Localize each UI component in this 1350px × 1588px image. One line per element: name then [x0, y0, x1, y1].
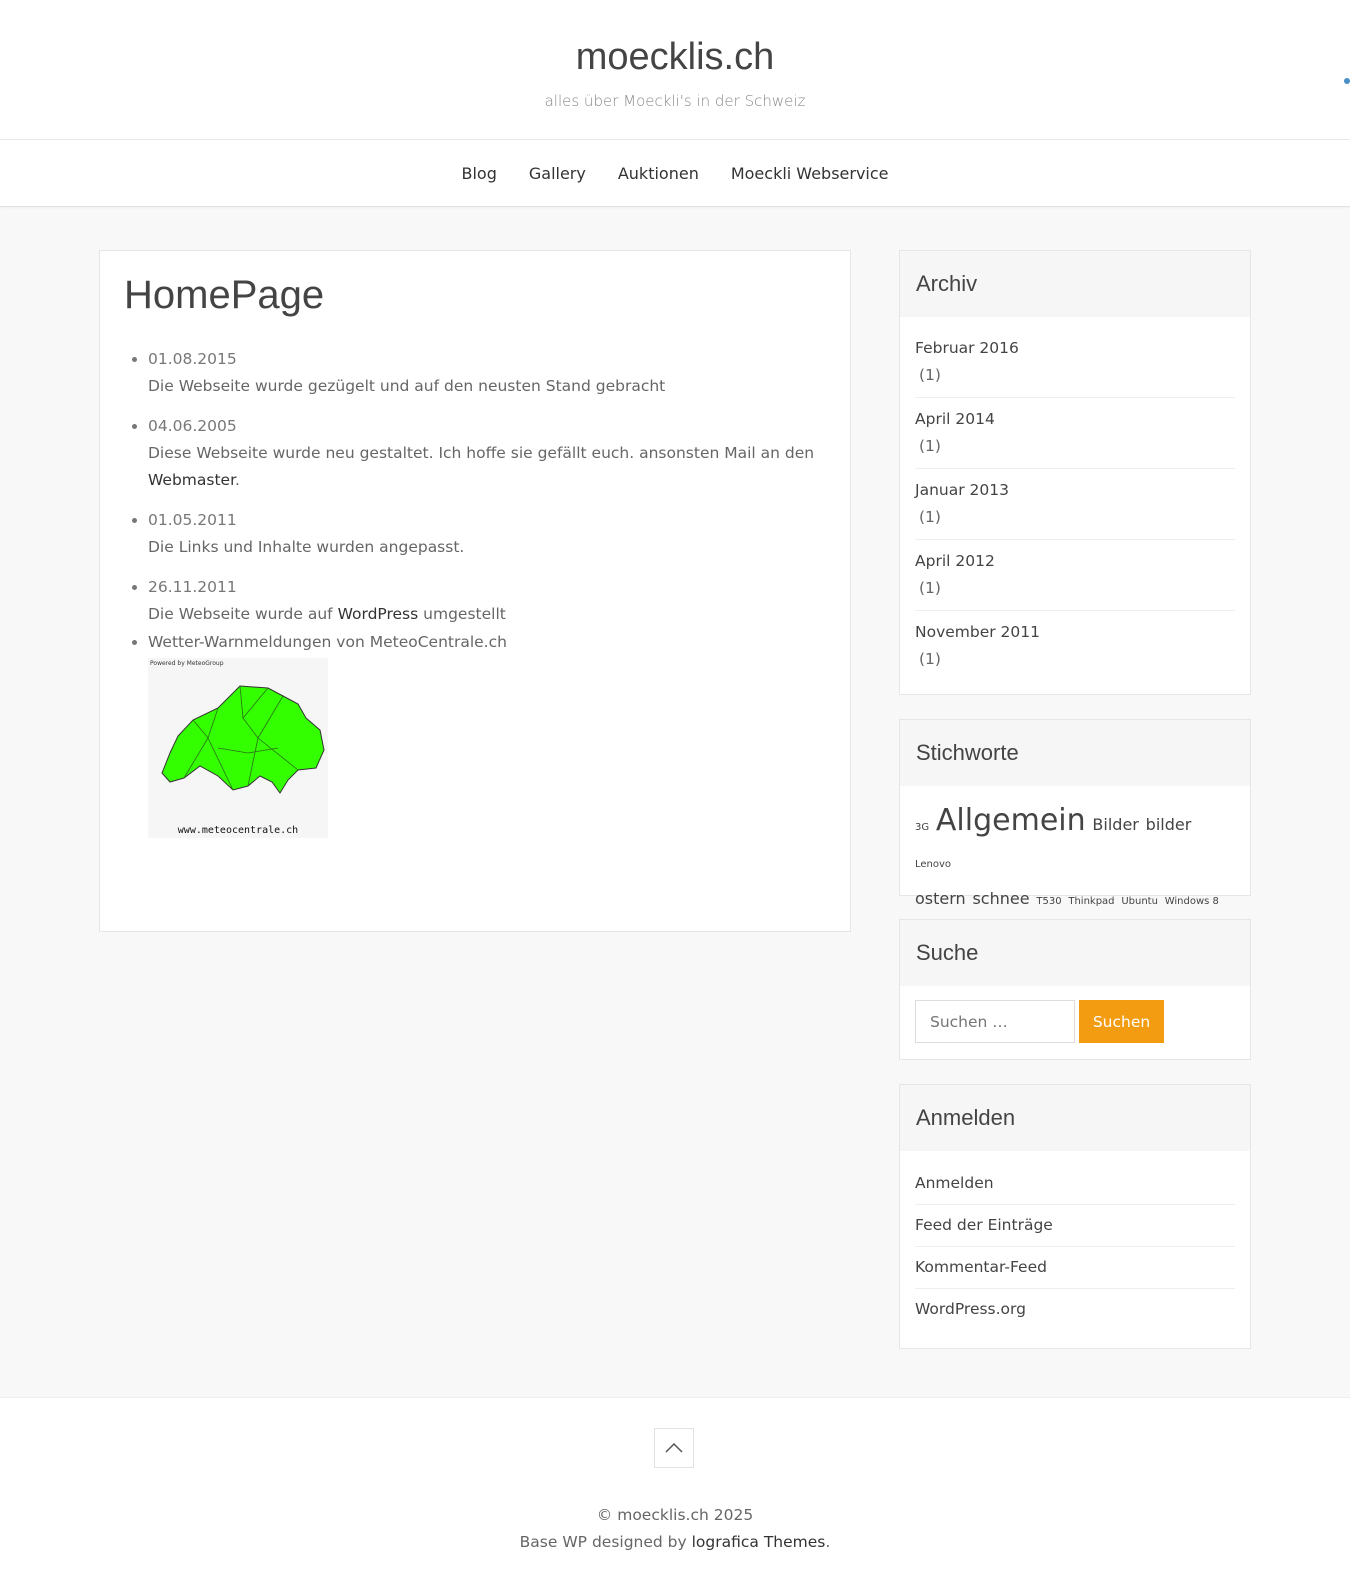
- meta-item: Anmelden: [915, 1163, 1235, 1205]
- corner-dot-icon: [1344, 78, 1350, 84]
- archive-item: Februar 2016 (1): [915, 327, 1235, 398]
- comments-feed-link[interactable]: Kommentar-Feed: [915, 1258, 1047, 1276]
- wordpress-link[interactable]: WordPress: [338, 605, 419, 623]
- archive-count: (1): [919, 508, 941, 526]
- news-text: Die Webseite wurde gezügelt und auf den …: [148, 377, 666, 395]
- search-form: Suchen: [900, 986, 1250, 1057]
- chevron-up-icon: [665, 1442, 683, 1453]
- tag-windows-8[interactable]: Windows 8: [1165, 896, 1219, 907]
- archive-item: April 2012 (1): [915, 540, 1235, 611]
- tag-lenovo[interactable]: Lenovo: [915, 859, 951, 870]
- back-to-top-button[interactable]: [654, 1428, 694, 1468]
- tag-thinkpad[interactable]: Thinkpad: [1068, 896, 1114, 907]
- news-text: Wetter-Warnmeldungen von MeteoCentrale.c…: [148, 633, 507, 651]
- nav-item-gallery[interactable]: Gallery: [529, 164, 586, 183]
- archive-item: November 2011 (1): [915, 611, 1235, 681]
- site-footer: © moecklis.ch 2025 Base WP designed by l…: [0, 1397, 1350, 1588]
- meta-item: Feed der Einträge: [915, 1205, 1235, 1247]
- login-title: Anmelden: [900, 1085, 1250, 1151]
- tag-ubuntu[interactable]: Ubuntu: [1121, 896, 1158, 907]
- entries-feed-link[interactable]: Feed der Einträge: [915, 1216, 1053, 1234]
- page-title: HomePage: [124, 273, 325, 317]
- archive-link[interactable]: April 2012: [915, 552, 995, 570]
- tag-allgemein[interactable]: Allgemein: [936, 803, 1086, 838]
- news-text: Die Webseite wurde auf: [148, 605, 333, 623]
- tag-cloud: 3G Allgemein Bilder bilder Lenovo ostern…: [900, 786, 1250, 937]
- news-item: 26.11.2011 Die Webseite wurde auf WordPr…: [148, 574, 828, 628]
- search-button[interactable]: Suchen: [1079, 1000, 1164, 1043]
- tag-schnee[interactable]: schnee: [972, 889, 1029, 908]
- tag-ostern[interactable]: ostern: [915, 889, 966, 908]
- archive-count: (1): [919, 437, 941, 455]
- meta-list: Anmelden Feed der Einträge Kommentar-Fee…: [900, 1151, 1250, 1330]
- tags-title: Stichworte: [900, 720, 1250, 786]
- archive-link[interactable]: Februar 2016: [915, 339, 1019, 357]
- copyright: © moecklis.ch 2025: [596, 1506, 754, 1524]
- wordpress-org-link[interactable]: WordPress.org: [915, 1300, 1026, 1318]
- tags-widget: Stichworte 3G Allgemein Bilder bilder Le…: [899, 719, 1251, 908]
- news-text-end: .: [235, 471, 240, 489]
- tag-t530[interactable]: T530: [1036, 896, 1061, 907]
- login-widget: Anmelden Anmelden Feed der Einträge Komm…: [899, 1084, 1251, 1349]
- nav-item-auktionen[interactable]: Auktionen: [618, 164, 699, 183]
- archive-count: (1): [919, 650, 941, 668]
- archive-link[interactable]: November 2011: [915, 623, 1040, 641]
- news-item: 01.08.2015 Die Webseite wurde gezügelt u…: [148, 346, 828, 400]
- webmaster-link[interactable]: Webmaster: [148, 471, 235, 489]
- news-date: 04.06.2005: [148, 417, 237, 435]
- search-title: Suche: [900, 920, 1250, 986]
- meta-item: Kommentar-Feed: [915, 1247, 1235, 1289]
- nav-item-moeckli-webservice[interactable]: Moeckli Webservice: [731, 164, 889, 183]
- news-item: 04.06.2005 Diese Webseite wurde neu gest…: [148, 413, 828, 494]
- archive-list: Februar 2016 (1) April 2014 (1) Januar 2…: [900, 317, 1250, 681]
- archive-link[interactable]: April 2014: [915, 410, 995, 428]
- news-list: 01.08.2015 Die Webseite wurde gezügelt u…: [148, 346, 828, 851]
- tag-3g[interactable]: 3G: [915, 822, 929, 833]
- news-date: 26.11.2011: [148, 578, 237, 596]
- search-input[interactable]: [915, 1000, 1075, 1043]
- archive-link[interactable]: Januar 2013: [915, 481, 1009, 499]
- news-text: Diese Webseite wurde neu gestaltet. Ich …: [148, 444, 815, 462]
- archive-title: Archiv: [900, 251, 1250, 317]
- archive-count: (1): [919, 579, 941, 597]
- main-navigation: Blog Gallery Auktionen Moeckli Webservic…: [0, 140, 1350, 207]
- archive-count: (1): [919, 366, 941, 384]
- theme-author-link[interactable]: lografica Themes: [692, 1533, 826, 1551]
- credits-end: .: [825, 1533, 831, 1551]
- news-date: 01.05.2011: [148, 511, 237, 529]
- site-header: moecklis.ch alles über Moeckli's in der …: [0, 0, 1350, 140]
- site-description: alles über Moeckli's in der Schweiz: [544, 92, 806, 110]
- login-link[interactable]: Anmelden: [915, 1174, 994, 1192]
- news-item: 01.05.2011 Die Links und Inhalte wurden …: [148, 507, 828, 561]
- site-title[interactable]: moecklis.ch: [0, 36, 1350, 79]
- tag-bilder[interactable]: Bilder: [1092, 815, 1138, 834]
- news-date: 01.08.2015: [148, 350, 237, 368]
- archive-widget: Archiv Februar 2016 (1) April 2014 (1) J…: [899, 250, 1251, 695]
- meta-item: WordPress.org: [915, 1289, 1235, 1330]
- switzerland-map-icon: [161, 685, 325, 794]
- credits-text: Base WP designed by: [519, 1533, 687, 1551]
- news-text-end: umgestellt: [423, 605, 506, 623]
- main-content: HomePage 01.08.2015 Die Webseite wurde g…: [99, 250, 851, 932]
- nav-item-blog[interactable]: Blog: [461, 164, 496, 183]
- tag-bilder-lower[interactable]: bilder: [1146, 815, 1192, 834]
- archive-item: April 2014 (1): [915, 398, 1235, 469]
- archive-item: Januar 2013 (1): [915, 469, 1235, 540]
- map-url-label: www.meteocentrale.ch: [177, 825, 299, 836]
- weather-warning-map[interactable]: Powered by MeteoGroup www.meteocentrale.…: [148, 658, 328, 838]
- news-item: Wetter-Warnmeldungen von MeteoCentrale.c…: [148, 629, 828, 838]
- footer-credits: Base WP designed by lografica Themes.: [0, 1533, 1350, 1551]
- search-widget: Suche Suchen: [899, 919, 1251, 1060]
- news-text: Die Links und Inhalte wurden angepasst.: [148, 538, 465, 556]
